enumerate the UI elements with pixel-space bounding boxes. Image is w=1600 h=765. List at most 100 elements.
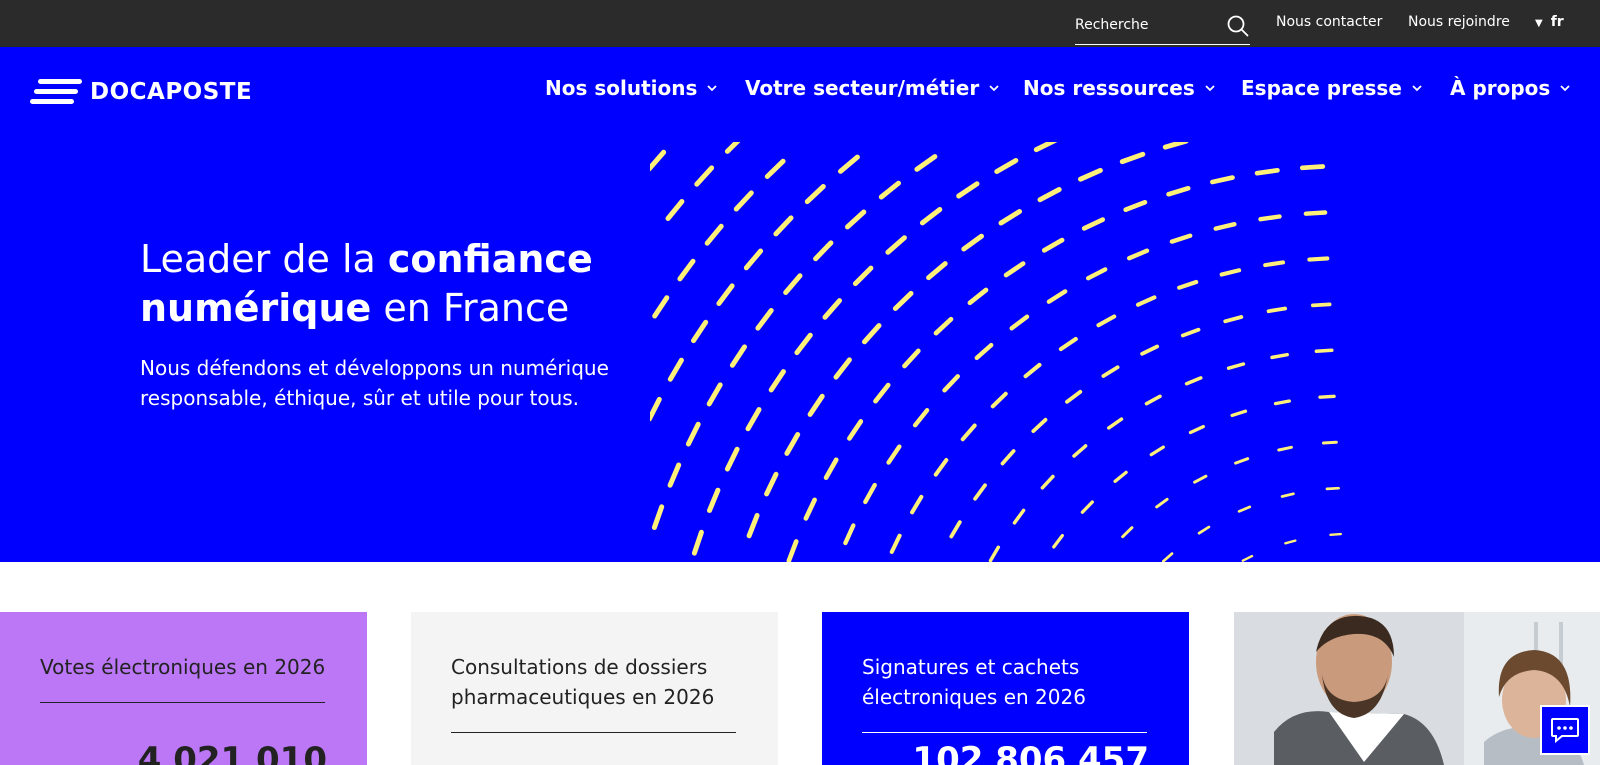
pattern-dash bbox=[988, 545, 1001, 562]
pattern-dash bbox=[878, 180, 901, 200]
pattern-dash bbox=[1237, 505, 1252, 513]
divider bbox=[862, 732, 1147, 733]
pattern-dash bbox=[691, 529, 704, 556]
pattern-dash bbox=[960, 423, 977, 442]
pattern-dash bbox=[1080, 500, 1094, 514]
nav-solutions[interactable]: Nos solutions bbox=[545, 76, 718, 100]
stat-card-pharma: Consultations de dossiers pharmaceutique… bbox=[411, 612, 778, 765]
pattern-dash bbox=[1197, 525, 1211, 535]
pattern-dash bbox=[998, 209, 1022, 226]
pattern-dash bbox=[724, 142, 741, 154]
pattern-dash bbox=[746, 513, 760, 539]
pattern-dash bbox=[974, 342, 994, 361]
pattern-dash bbox=[967, 287, 989, 306]
pattern-dash bbox=[784, 432, 801, 456]
pattern-dash bbox=[833, 357, 852, 380]
chat-button[interactable] bbox=[1540, 705, 1590, 755]
pattern-dash bbox=[1140, 344, 1160, 356]
pattern-dash bbox=[1052, 533, 1064, 549]
docaposte-logo[interactable]: DOCAPOSTE bbox=[30, 77, 252, 107]
pattern-dash bbox=[1086, 267, 1108, 281]
pattern-dash bbox=[843, 523, 856, 546]
pattern-dash bbox=[1149, 445, 1165, 457]
pattern-dash bbox=[1193, 474, 1208, 484]
pattern-dash bbox=[764, 471, 779, 497]
pattern-dash bbox=[729, 344, 747, 368]
nav-sector[interactable]: Votre secteur/métier bbox=[745, 76, 999, 100]
pattern-dash bbox=[794, 332, 813, 356]
pattern-dash bbox=[677, 258, 696, 282]
stat-card-votes: Votes électroniques en 2026 4 021 010 bbox=[0, 612, 367, 765]
pattern-dash bbox=[1223, 315, 1244, 324]
pattern-dash bbox=[1113, 470, 1128, 483]
pattern-dash bbox=[1127, 248, 1150, 261]
pattern-dash bbox=[807, 393, 825, 417]
stat-label: Consultations de dossiers pharmaceutique… bbox=[451, 655, 715, 709]
nav-label: Nos solutions bbox=[545, 76, 698, 100]
pattern-dash bbox=[691, 319, 709, 344]
pattern-dash bbox=[694, 165, 715, 187]
pattern-dash bbox=[1058, 336, 1078, 352]
pattern-dash bbox=[755, 308, 774, 331]
pattern-dash bbox=[873, 382, 891, 404]
nav-label: À propos bbox=[1450, 76, 1551, 100]
pattern-dash bbox=[1081, 217, 1106, 231]
pattern-dash bbox=[1230, 409, 1248, 418]
pattern-dash bbox=[1121, 526, 1134, 539]
pattern-dash bbox=[1213, 221, 1237, 231]
pattern-dash bbox=[707, 487, 721, 513]
join-link[interactable]: Nous rejoindre bbox=[1408, 14, 1510, 30]
pattern-dash bbox=[823, 457, 839, 480]
pattern-dash bbox=[961, 233, 984, 252]
decorative-dash-pattern bbox=[650, 142, 1342, 562]
pattern-dash bbox=[665, 199, 685, 221]
chevron-down-icon bbox=[1412, 84, 1422, 91]
pattern-dash bbox=[973, 483, 987, 501]
pattern-dash bbox=[1273, 399, 1291, 406]
pattern-dash bbox=[1119, 151, 1146, 165]
pattern-dash bbox=[862, 323, 882, 345]
pattern-dash bbox=[1258, 214, 1282, 222]
pattern-dash bbox=[949, 520, 962, 539]
pattern-dash bbox=[1162, 142, 1189, 150]
pattern-dash bbox=[1325, 486, 1340, 491]
pattern-dash bbox=[1000, 449, 1016, 466]
nav-label: Nos ressources bbox=[1023, 76, 1195, 100]
pattern-dash bbox=[1254, 167, 1280, 176]
pattern-dash bbox=[1041, 237, 1065, 253]
language-selector[interactable]: ▼ fr bbox=[1535, 14, 1564, 30]
contact-link[interactable]: Nous contacter bbox=[1276, 14, 1382, 30]
pattern-dash bbox=[724, 446, 740, 472]
chevron-down-icon bbox=[1560, 84, 1570, 91]
brand-name: DOCAPOSTE bbox=[90, 79, 253, 105]
pattern-dash bbox=[910, 494, 924, 515]
pattern-dash bbox=[838, 154, 860, 174]
pattern-dash bbox=[847, 419, 864, 441]
pattern-dash bbox=[1065, 389, 1083, 404]
pattern-dash bbox=[1078, 167, 1103, 182]
pattern-dash bbox=[1277, 445, 1293, 452]
pattern-dash bbox=[651, 504, 665, 530]
hero-title: Leader de la confiance numérique en Fran… bbox=[140, 235, 640, 333]
search-input[interactable] bbox=[1075, 14, 1215, 36]
pattern-dash bbox=[1184, 376, 1203, 386]
search-icon[interactable] bbox=[1226, 14, 1250, 38]
pattern-dash bbox=[667, 462, 682, 488]
pattern-dash bbox=[1135, 295, 1157, 307]
pattern-dash bbox=[768, 369, 786, 393]
pattern-dash bbox=[1037, 187, 1062, 203]
pattern-dash bbox=[1046, 289, 1068, 304]
nav-label: Espace presse bbox=[1241, 76, 1402, 100]
pattern-dash bbox=[852, 265, 874, 287]
pattern-dash bbox=[1040, 474, 1055, 490]
nav-about[interactable]: À propos bbox=[1450, 76, 1570, 100]
divider bbox=[40, 702, 325, 703]
nav-resources[interactable]: Nos ressources bbox=[1023, 76, 1215, 100]
nav-press[interactable]: Espace presse bbox=[1241, 76, 1422, 100]
pattern-dash bbox=[1033, 142, 1058, 153]
pattern-dash bbox=[804, 184, 826, 205]
pattern-dash bbox=[1219, 268, 1242, 277]
pattern-dash bbox=[1322, 440, 1338, 445]
pattern-dash bbox=[1270, 352, 1289, 360]
pattern-dash bbox=[1303, 210, 1328, 216]
